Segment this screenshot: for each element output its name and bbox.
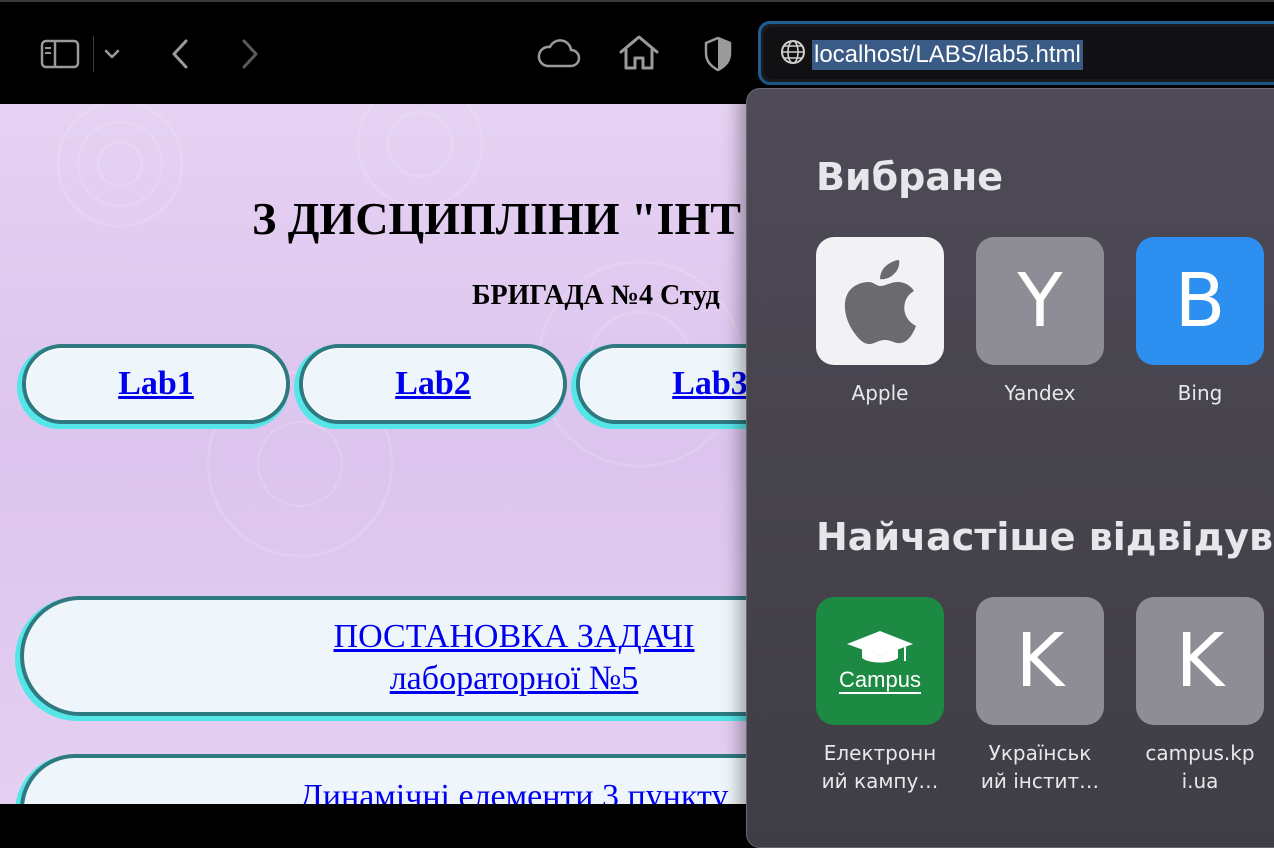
- favorite-yandex-label: Yandex: [1004, 381, 1076, 405]
- lab1-button[interactable]: Lab1: [22, 344, 290, 424]
- page-heading: З ДИСЦИПЛІНИ "ІНТ: [252, 193, 741, 244]
- back-icon[interactable]: [164, 36, 196, 72]
- yandex-letter-icon: Y: [976, 237, 1104, 365]
- frequent-campus-label-line2: ий кампу…: [821, 769, 939, 793]
- address-bar-field[interactable]: localhost/LABS/lab5.html: [764, 27, 1274, 79]
- chevron-down-icon[interactable]: [100, 42, 124, 66]
- dynamic-elements-link[interactable]: Динамічні елементи 3 пункту: [300, 778, 729, 804]
- icloud-icon[interactable]: [534, 36, 582, 72]
- favorites-popover: Вибране Apple Y Yandex B Bing Найчастіше…: [746, 88, 1274, 848]
- forward-icon[interactable]: [234, 36, 266, 72]
- frequent-ukrainian-institute-label-line1: Українськ: [988, 741, 1092, 765]
- frequent-campus-kpi-label-line2: i.ua: [1181, 769, 1219, 793]
- frequent-campus[interactable]: Campus Електронн ий кампу…: [816, 597, 944, 795]
- favorite-bing-label: Bing: [1177, 381, 1223, 405]
- frequent-ukrainian-institute-label-line2: ий інстит…: [980, 769, 1100, 793]
- frequent-campus-kpi-label: campus.kp i.ua: [1136, 739, 1264, 795]
- favorite-bing[interactable]: B Bing: [1136, 237, 1264, 407]
- privacy-shield-icon[interactable]: [702, 34, 734, 74]
- frequent-campus-label-line1: Електронн: [823, 741, 937, 765]
- campus-logo-icon: Campus: [816, 597, 944, 725]
- lab1-link[interactable]: Lab1: [118, 365, 194, 403]
- task-link-line2[interactable]: лабораторної №5: [390, 660, 639, 697]
- lab2-link[interactable]: Lab2: [395, 365, 471, 403]
- favorite-yandex[interactable]: Y Yandex: [976, 237, 1104, 407]
- sidebar-toggle-icon[interactable]: [38, 36, 82, 72]
- url-text[interactable]: localhost/LABS/lab5.html: [812, 40, 1083, 70]
- frequent-campus-label: Електронн ий кампу…: [816, 739, 944, 795]
- globe-icon: [780, 39, 806, 69]
- lab3-link[interactable]: Lab3: [672, 365, 748, 403]
- page-subheading: БРИГАДА №4 Студ: [472, 280, 720, 311]
- campus-logo-text: Campus: [839, 667, 921, 694]
- favorite-apple[interactable]: Apple: [816, 237, 944, 407]
- frequent-ukrainian-institute-label: Українськ ий інстит…: [976, 739, 1104, 795]
- task-link-line1[interactable]: ПОСТАНОВКА ЗАДАЧІ: [334, 618, 695, 655]
- toolbar-divider: [93, 36, 94, 72]
- frequent-campus-kpi[interactable]: K campus.kp i.ua: [1136, 597, 1264, 795]
- k-letter-icon: K: [976, 597, 1104, 725]
- k-letter-icon: K: [1136, 597, 1264, 725]
- favorites-title: Вибране: [816, 155, 1003, 199]
- lab2-button[interactable]: Lab2: [299, 344, 567, 424]
- bing-letter-icon: B: [1136, 237, 1264, 365]
- favorite-apple-label: Apple: [851, 381, 909, 405]
- address-bar[interactable]: localhost/LABS/lab5.html: [758, 21, 1274, 85]
- frequently-visited-title: Найчастіше відвідува: [816, 515, 1274, 559]
- frequent-campus-kpi-label-line1: campus.kp: [1145, 741, 1255, 765]
- frequent-ukrainian-institute[interactable]: K Українськ ий інстит…: [976, 597, 1104, 795]
- apple-logo-icon: [816, 237, 944, 365]
- home-icon[interactable]: [617, 32, 661, 72]
